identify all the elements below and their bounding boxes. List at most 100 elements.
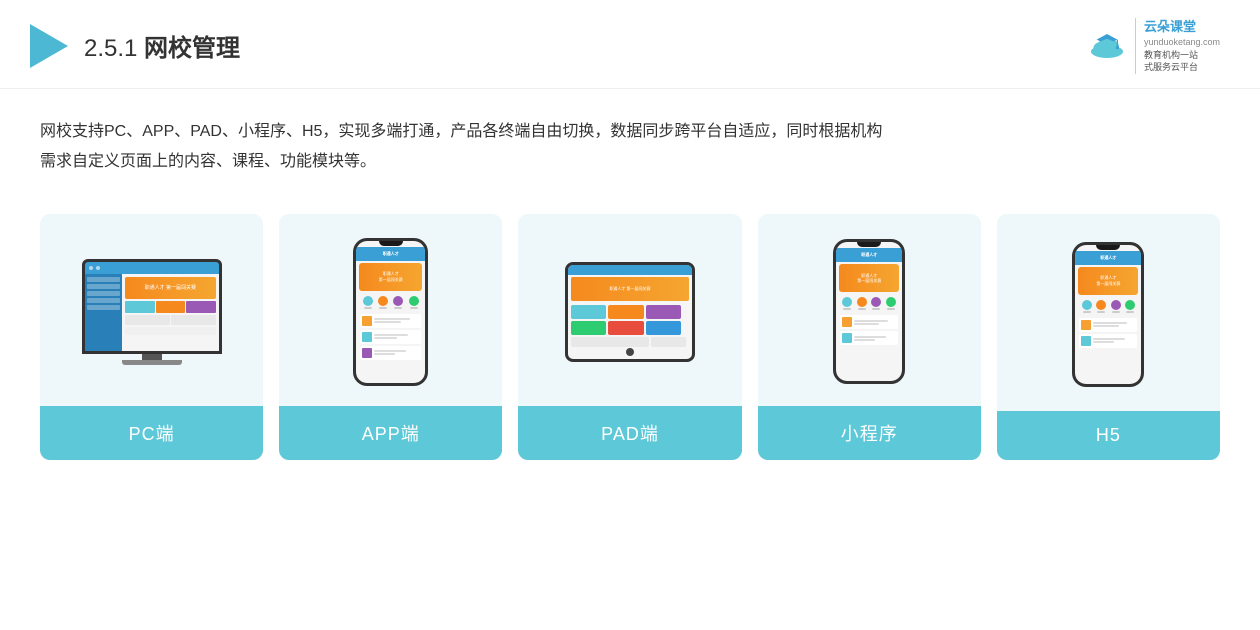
app-icons-row bbox=[356, 293, 425, 312]
app-icon-label3 bbox=[394, 307, 402, 309]
h5-row-line3 bbox=[1093, 338, 1125, 340]
card-app: 职通人才 职通人才第一届闯关赛 bbox=[279, 214, 502, 460]
pc-mini-cards bbox=[125, 301, 215, 313]
pc-topbar-dot2 bbox=[96, 266, 100, 270]
mini-row-lines2 bbox=[854, 336, 896, 341]
app-row-line6 bbox=[374, 353, 394, 355]
pc-sidebar-item1 bbox=[87, 277, 121, 282]
mini-content-row2 bbox=[840, 331, 898, 345]
pc-banner: 职通人才 第一届闯关赛 bbox=[125, 277, 215, 299]
h5-icon1 bbox=[1082, 300, 1092, 310]
h5-icon-label2 bbox=[1097, 311, 1105, 313]
miniprogram-icons-row bbox=[836, 294, 902, 313]
pad-topbar bbox=[568, 265, 692, 275]
description-line2: 需求自定义页面上的内容、课程、功能模块等。 bbox=[40, 153, 376, 170]
app-row-line2 bbox=[374, 321, 401, 323]
h5-row-img2 bbox=[1081, 336, 1091, 346]
pad-mini-card1 bbox=[571, 305, 606, 319]
app-phone-mockup: 职通人才 职通人才第一届闯关赛 bbox=[353, 238, 428, 386]
page-container: 2.5.1 网校管理 bbox=[0, 0, 1260, 630]
mini-row-img2 bbox=[842, 333, 852, 343]
pad-mini-card5 bbox=[608, 321, 643, 335]
h5-icon-label1 bbox=[1083, 311, 1091, 313]
pc-body: 职通人才 第一届闯关赛 bbox=[85, 274, 219, 351]
app-row-line4 bbox=[374, 337, 397, 339]
header-left: 2.5.1 网校管理 bbox=[30, 24, 240, 68]
app-icon-item4 bbox=[409, 296, 419, 309]
brand-icon bbox=[1087, 30, 1127, 62]
app-content-row3 bbox=[360, 346, 421, 360]
app-row-img3 bbox=[362, 348, 372, 358]
h5-row-line2 bbox=[1093, 325, 1118, 327]
pc-mini-card1 bbox=[125, 301, 155, 313]
pc-neck bbox=[142, 354, 162, 360]
h5-phone-banner: 职通人才第一届闯关赛 bbox=[1078, 267, 1138, 295]
h5-icon4 bbox=[1125, 300, 1135, 310]
pc-sidebar-item3 bbox=[87, 291, 121, 296]
page-title-main: 网校管理 bbox=[144, 35, 240, 62]
app-icon1 bbox=[363, 296, 373, 306]
h5-phone-topbar: 职通人才 bbox=[1075, 251, 1141, 265]
app-phone-topbar: 职通人才 bbox=[356, 247, 425, 261]
pc-base bbox=[122, 360, 182, 365]
mini-row-line4 bbox=[854, 339, 875, 341]
app-phone-screen: 职通人才 职通人才第一届闯关赛 bbox=[356, 241, 425, 383]
app-icon2 bbox=[378, 296, 388, 306]
description: 网校支持PC、APP、PAD、小程序、H5，实现多端打通，产品各终端自由切换，数… bbox=[40, 117, 1220, 178]
app-row-line5 bbox=[374, 350, 406, 352]
miniprogram-phone-screen: 职通人才 职通人才第一届闯关赛 bbox=[836, 242, 902, 381]
pad-mini-card7 bbox=[571, 337, 649, 347]
mini-icon-item4 bbox=[886, 297, 896, 310]
card-miniprogram: 职通人才 职通人才第一届闯关赛 bbox=[758, 214, 981, 460]
brand-logo: 云朵课堂 yunduoketang.com 教育机构一站 式服务云平台 bbox=[1087, 18, 1220, 74]
content: 网校支持PC、APP、PAD、小程序、H5，实现多端打通，产品各终端自由切换，数… bbox=[0, 89, 1260, 480]
pc-mini-card6 bbox=[125, 327, 215, 335]
header-right: 云朵课堂 yunduoketang.com 教育机构一站 式服务云平台 bbox=[1087, 18, 1220, 74]
pc-sidebar-item5 bbox=[87, 305, 121, 310]
h5-phone-mockup: 职通人才 职通人才第一届闯关赛 bbox=[1072, 242, 1144, 387]
pc-mini-cards3 bbox=[125, 327, 215, 335]
pad-banner-text: 职通人才 第一届闯关赛 bbox=[609, 286, 650, 292]
h5-icon-item4 bbox=[1125, 300, 1135, 313]
app-icon-label2 bbox=[379, 307, 387, 309]
h5-row-img1 bbox=[1081, 320, 1091, 330]
h5-icon-item2 bbox=[1096, 300, 1106, 313]
mini-icon3 bbox=[871, 297, 881, 307]
miniprogram-phone-mockup: 职通人才 职通人才第一届闯关赛 bbox=[833, 239, 905, 384]
mini-row-line3 bbox=[854, 336, 886, 338]
mini-row-line2 bbox=[854, 323, 879, 325]
mini-icon4 bbox=[886, 297, 896, 307]
pc-device-area: 职通人才 第一届闯关赛 bbox=[40, 214, 263, 406]
h5-icons-row bbox=[1075, 297, 1141, 316]
pad-screen: 职通人才 第一届闯关赛 bbox=[568, 265, 692, 359]
pc-mini-cards2 bbox=[125, 315, 215, 325]
pc-main: 职通人才 第一届闯关赛 bbox=[122, 274, 218, 351]
mini-row-lines1 bbox=[854, 320, 896, 325]
app-device-area: 职通人才 职通人才第一届闯关赛 bbox=[279, 214, 502, 406]
miniprogram-device-area: 职通人才 职通人才第一届闯关赛 bbox=[758, 214, 981, 406]
mini-icon2 bbox=[857, 297, 867, 307]
card-pad: 职通人才 第一届闯关赛 bbox=[518, 214, 741, 460]
app-icon-item1 bbox=[363, 296, 373, 309]
h5-row-line1 bbox=[1093, 322, 1127, 324]
h5-icon3 bbox=[1111, 300, 1121, 310]
brand-url: yunduoketang.com bbox=[1144, 36, 1220, 49]
pad-mini-card3 bbox=[646, 305, 681, 319]
mini-icon1 bbox=[842, 297, 852, 307]
brand-icon-wrap bbox=[1087, 30, 1127, 62]
app-row-lines1 bbox=[374, 318, 419, 323]
brand-slogan2: 式服务云平台 bbox=[1144, 61, 1220, 74]
pc-mockup: 职通人才 第一届闯关赛 bbox=[82, 259, 222, 365]
pc-banner-text: 职通人才 第一届闯关赛 bbox=[145, 284, 196, 291]
h5-icon-label4 bbox=[1126, 311, 1134, 313]
mini-icon-item2 bbox=[857, 297, 867, 310]
mini-icon-label3 bbox=[872, 308, 880, 310]
app-content-rows bbox=[356, 312, 425, 362]
pc-mini-card5 bbox=[171, 315, 216, 325]
card-pc: 职通人才 第一届闯关赛 bbox=[40, 214, 263, 460]
mini-icon-label2 bbox=[858, 308, 866, 310]
app-content-row1 bbox=[360, 314, 421, 328]
page-title: 2.5.1 网校管理 bbox=[84, 28, 240, 63]
brand-slogan1: 教育机构一站 bbox=[1144, 49, 1220, 62]
pc-mini-card3 bbox=[186, 301, 216, 313]
